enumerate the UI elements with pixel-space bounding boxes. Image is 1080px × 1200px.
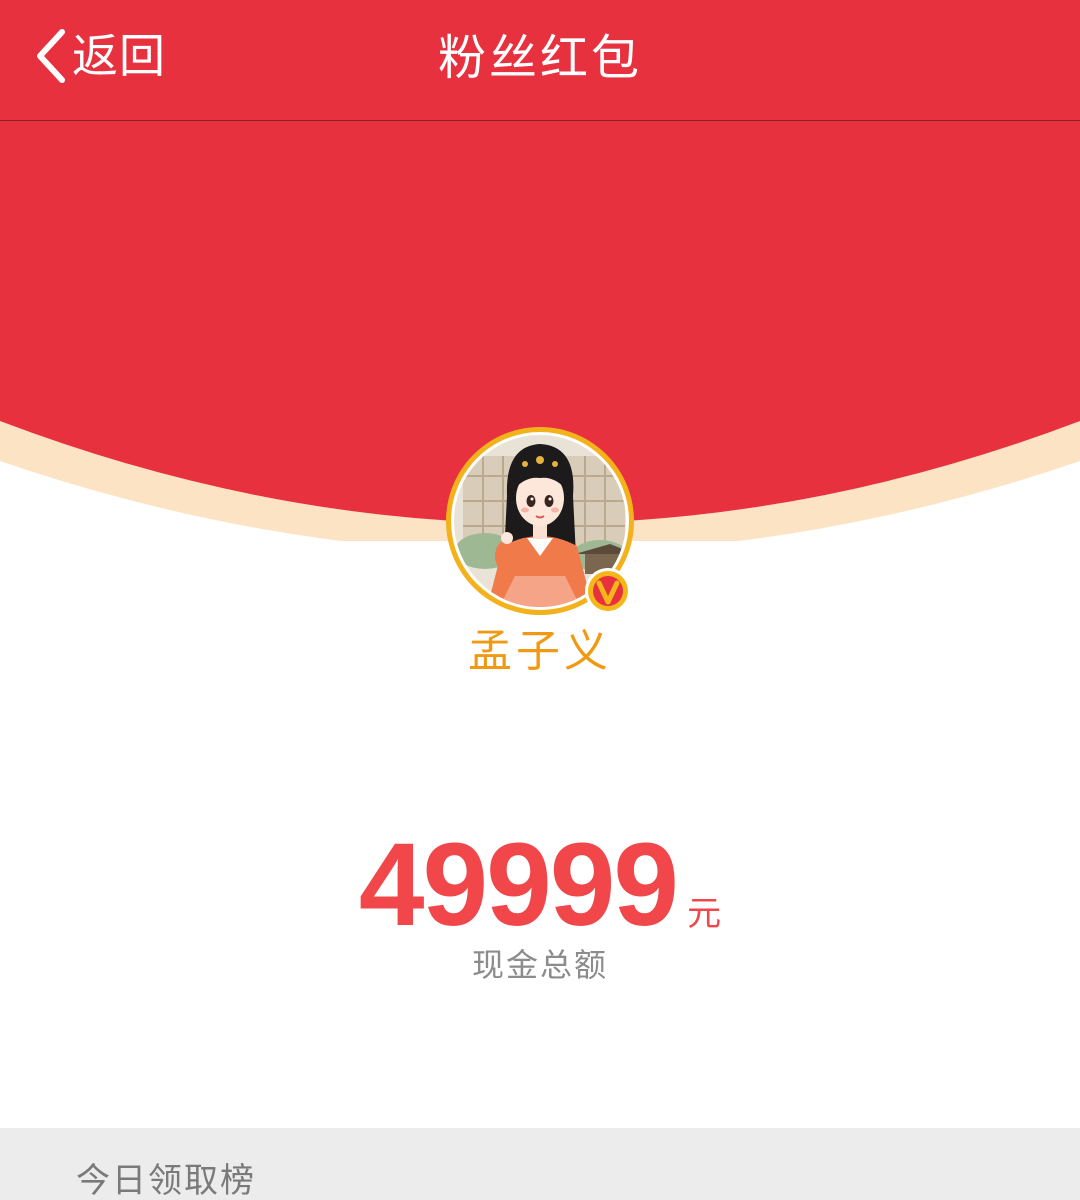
verified-v-icon: [585, 568, 631, 614]
sender-avatar[interactable]: [445, 426, 635, 616]
amount-caption: 现金总额: [471, 946, 608, 984]
leaderboard-section: 今日领取榜: [0, 1128, 1080, 1200]
sender-name: 孟子义: [468, 626, 612, 677]
nav-bar: 返回 粉丝红包: [0, 0, 1080, 121]
amount-value: 49999: [358, 819, 679, 951]
leaderboard-title: 今日领取榜: [76, 1161, 256, 1200]
amount-unit: 元: [687, 894, 722, 934]
page-title: 粉丝红包: [437, 30, 642, 86]
red-packet-page: 返回 粉丝红包 孟子义 49999 元 现金总额 今日领取榜: [0, 0, 1080, 1200]
amount-row: 49999 元: [0, 820, 1080, 950]
